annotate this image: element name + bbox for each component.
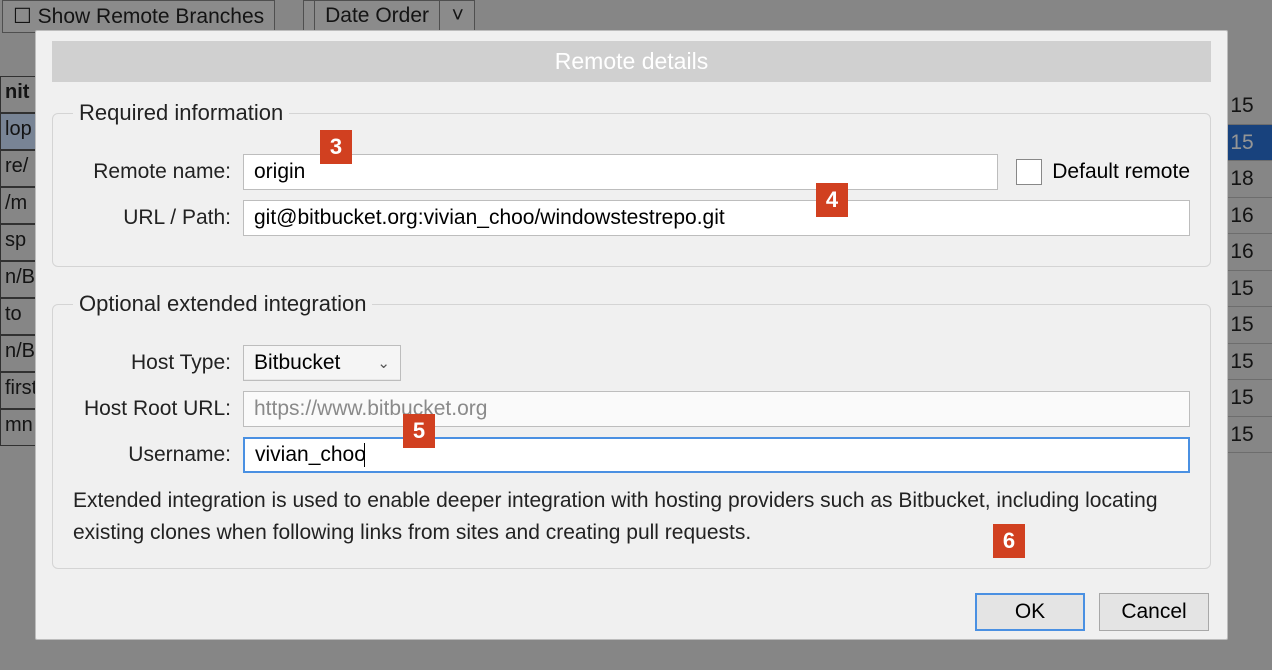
- host-root-url-field: https://www.bitbucket.org: [243, 391, 1190, 427]
- username-label: Username:: [73, 443, 243, 467]
- url-path-label: URL / Path:: [73, 206, 243, 230]
- dialog-title: Remote details: [52, 41, 1211, 82]
- host-type-value: Bitbucket: [254, 351, 340, 375]
- default-remote-label: Default remote: [1052, 160, 1190, 184]
- required-information-group: Required information Remote name: Defaul…: [52, 100, 1211, 267]
- chevron-down-icon: ⌄: [377, 354, 390, 372]
- host-type-label: Host Type:: [73, 351, 243, 375]
- optional-legend: Optional extended integration: [73, 291, 372, 317]
- required-legend: Required information: [73, 100, 289, 126]
- host-root-url-label: Host Root URL:: [73, 397, 243, 421]
- url-path-input[interactable]: [243, 200, 1190, 236]
- default-remote-checkbox[interactable]: [1016, 159, 1042, 185]
- host-type-dropdown[interactable]: Bitbucket ⌄: [243, 345, 401, 381]
- remote-name-input[interactable]: [243, 154, 998, 190]
- optional-integration-group: Optional extended integration Host Type:…: [52, 291, 1211, 569]
- ok-button[interactable]: OK: [975, 593, 1085, 631]
- integration-help-text: Extended integration is used to enable d…: [73, 485, 1190, 548]
- remote-name-label: Remote name:: [73, 160, 243, 184]
- text-caret: [364, 443, 365, 467]
- username-input[interactable]: vivian_choo: [243, 437, 1190, 473]
- cancel-button[interactable]: Cancel: [1099, 593, 1209, 631]
- remote-details-dialog: Remote details Required information Remo…: [35, 30, 1228, 640]
